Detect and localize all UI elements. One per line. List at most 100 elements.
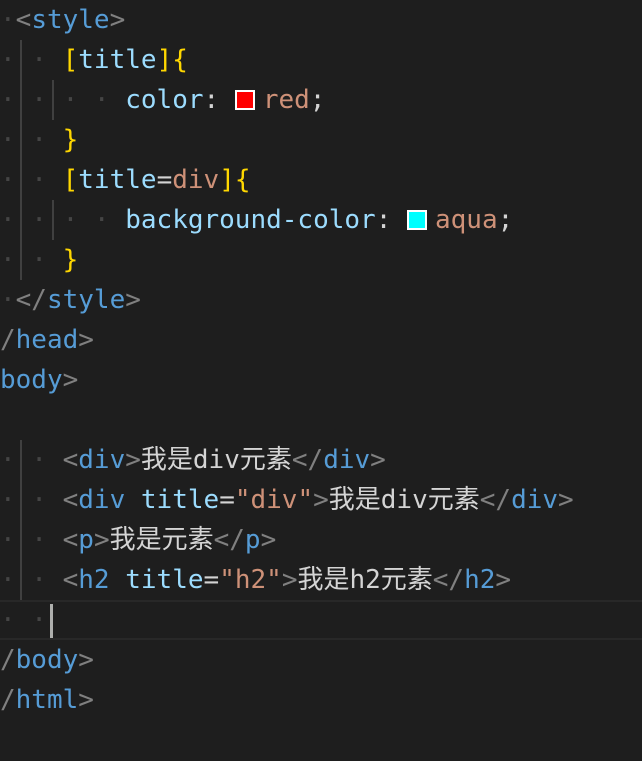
code-line[interactable]: · · <h2 title="h2">我是h2元素</h2> bbox=[0, 560, 642, 600]
code-token-brace: } bbox=[62, 125, 79, 155]
code-line[interactable]: /body> bbox=[0, 640, 642, 680]
code-token-punc: ; bbox=[497, 205, 514, 235]
code-token-tag: body bbox=[0, 365, 63, 395]
code-line[interactable]: · · } bbox=[0, 240, 642, 280]
code-token-bracket: > bbox=[62, 365, 79, 395]
code-token-bracket: </ bbox=[432, 565, 465, 595]
code-token-bracket: / bbox=[0, 325, 16, 355]
code-token-brace: { bbox=[172, 45, 188, 75]
code-line[interactable]: · · · · background-color: aqua; bbox=[0, 200, 642, 240]
code-token-bracket: / bbox=[0, 685, 16, 715]
code-token-text: 我是div元素 bbox=[328, 485, 480, 515]
code-token-text: 我是div元素 bbox=[140, 445, 292, 475]
indent-guide bbox=[20, 40, 22, 80]
whitespace-marker: · · bbox=[0, 525, 63, 555]
code-token-tag: h2 bbox=[464, 565, 496, 595]
code-token-bracket: </ bbox=[213, 525, 245, 555]
whitespace-marker: · · bbox=[0, 165, 63, 195]
indent-guide bbox=[20, 120, 22, 160]
code-token-tag: p bbox=[244, 525, 261, 555]
indent-guide bbox=[20, 160, 22, 200]
code-line[interactable]: · · } bbox=[0, 120, 642, 160]
code-line[interactable]: · · [title=div]{ bbox=[0, 160, 642, 200]
red-color-swatch[interactable] bbox=[234, 90, 255, 110]
indent-guide bbox=[52, 80, 54, 120]
current-code-line[interactable]: · · bbox=[0, 600, 642, 640]
code-token-bracket: < bbox=[62, 565, 79, 595]
code-token-punc bbox=[110, 565, 126, 595]
code-line[interactable]: · · <div>我是div元素</div> bbox=[0, 440, 642, 480]
code-token-tag: h2 bbox=[78, 565, 110, 595]
code-token-bracket: > bbox=[78, 685, 94, 715]
code-token-punc: : bbox=[203, 85, 235, 115]
code-token-str: div bbox=[172, 165, 220, 195]
whitespace-marker: · · bbox=[0, 125, 63, 155]
code-token-punc: = bbox=[156, 165, 173, 195]
code-line[interactable]: /html> bbox=[0, 680, 642, 720]
code-token-bracket: > bbox=[495, 565, 512, 595]
whitespace-marker: · · bbox=[0, 565, 63, 595]
code-token-brace: ] bbox=[219, 165, 235, 195]
code-token-bracket: < bbox=[62, 525, 79, 555]
code-token-brace: [ bbox=[62, 165, 79, 195]
code-token-tag: html bbox=[15, 685, 79, 715]
indent-guide bbox=[20, 480, 22, 520]
indent-guide bbox=[20, 80, 22, 120]
code-token-brace: ] bbox=[156, 45, 173, 75]
code-token-str: "div" bbox=[234, 485, 314, 515]
indent-guide bbox=[20, 200, 22, 240]
code-token-bracket: < bbox=[62, 485, 79, 515]
code-token-bracket: < bbox=[62, 445, 79, 475]
code-token-bracket: > bbox=[125, 445, 141, 475]
code-token-tag: style bbox=[46, 285, 126, 315]
code-token-str: aqua bbox=[435, 205, 498, 235]
code-token-tag: p bbox=[78, 525, 94, 555]
code-token-str: red bbox=[262, 85, 310, 115]
code-token-punc: = bbox=[219, 485, 235, 515]
code-token-str: "h2" bbox=[219, 565, 282, 595]
code-token-bracket: > bbox=[370, 445, 386, 475]
code-line[interactable]: /head> bbox=[0, 320, 642, 360]
code-line[interactable]: · · · · color: red; bbox=[0, 80, 642, 120]
code-token-bracket: > bbox=[78, 645, 94, 675]
code-token-brace: [ bbox=[62, 45, 79, 75]
whitespace-marker: · · bbox=[0, 245, 63, 275]
whitespace-marker: · bbox=[0, 285, 16, 315]
code-line[interactable]: · · [title]{ bbox=[0, 40, 642, 80]
whitespace-marker: · · bbox=[0, 485, 63, 515]
indent-guide bbox=[20, 440, 22, 480]
code-line[interactable]: ·<style> bbox=[0, 0, 642, 40]
code-token-tag: div bbox=[323, 445, 371, 475]
code-line[interactable]: · · <div title="div">我是div元素</div> bbox=[0, 480, 642, 520]
whitespace-marker: · bbox=[0, 5, 16, 35]
code-token-bracket: > bbox=[558, 485, 574, 515]
code-token-tag: head bbox=[15, 325, 79, 355]
code-token-punc: ; bbox=[309, 85, 326, 115]
code-line[interactable]: ·</style> bbox=[0, 280, 642, 320]
code-line[interactable]: body> bbox=[0, 360, 642, 400]
code-token-bracket: </ bbox=[15, 285, 47, 315]
code-token-attr: background-color bbox=[125, 205, 376, 235]
whitespace-marker: · · bbox=[0, 605, 63, 635]
code-token-brace: { bbox=[234, 165, 251, 195]
code-token-bracket: > bbox=[93, 525, 110, 555]
code-token-tag: div bbox=[78, 445, 126, 475]
text-cursor bbox=[50, 604, 53, 638]
code-line[interactable] bbox=[0, 400, 642, 440]
code-token-attr: title bbox=[78, 45, 157, 75]
code-line[interactable]: · · <p>我是元素</p> bbox=[0, 520, 642, 560]
code-token-bracket: > bbox=[313, 485, 329, 515]
code-token-attr: title bbox=[78, 165, 157, 195]
code-token-bracket: > bbox=[125, 285, 141, 315]
indent-guide bbox=[20, 520, 22, 560]
code-token-text: 我是元素 bbox=[109, 525, 214, 555]
code-editor[interactable]: ·<style> · · [title]{· · · · color: red; ·… bbox=[0, 0, 642, 761]
code-token-tag: body bbox=[15, 645, 79, 675]
code-token-bracket: > bbox=[260, 525, 277, 555]
code-token-bracket: > bbox=[281, 565, 298, 595]
code-token-bracket: > bbox=[78, 325, 94, 355]
code-token-attr: title bbox=[140, 485, 220, 515]
aqua-color-swatch[interactable] bbox=[407, 210, 427, 230]
code-token-bracket: </ bbox=[291, 445, 324, 475]
code-token-bracket: </ bbox=[479, 485, 512, 515]
